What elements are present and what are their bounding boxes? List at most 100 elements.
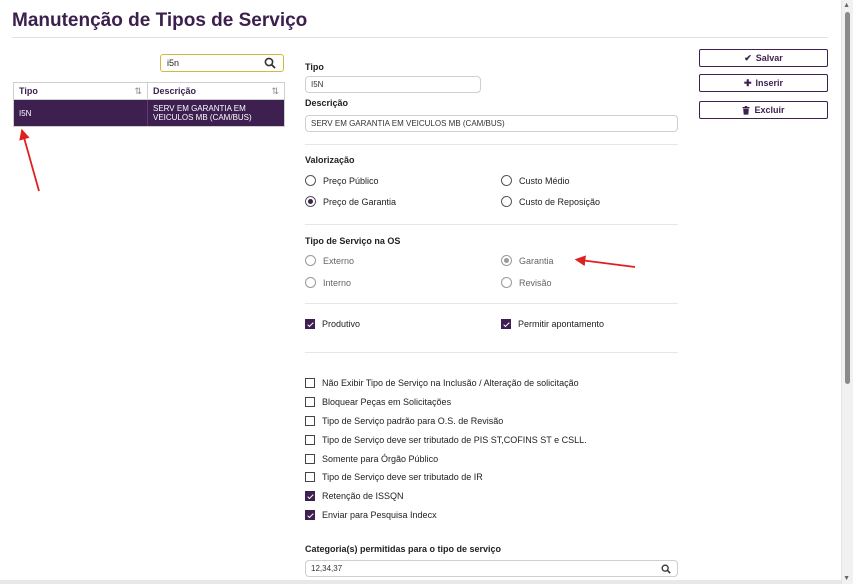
radio-label: Garantia: [519, 255, 554, 266]
insert-button-label: Inserir: [755, 78, 784, 88]
checkbox-label: Tipo de Serviço deve ser tributado de IR: [322, 472, 483, 482]
horizontal-scrollbar[interactable]: [0, 580, 841, 584]
search-input[interactable]: [167, 56, 257, 70]
table-header: Tipo ⇅ Descrição ⇅: [14, 83, 284, 100]
radio-label: Custo de Reposição: [519, 196, 601, 207]
check-icon: ✔: [744, 52, 752, 63]
column-header-descricao[interactable]: Descrição ⇅: [148, 83, 284, 99]
radio-garantia[interactable]: Garantia: [501, 255, 554, 266]
search-icon[interactable]: [264, 57, 276, 69]
scroll-thumb[interactable]: [845, 12, 850, 384]
checkbox-box[interactable]: [305, 319, 315, 329]
annotation-arrow-table: [19, 128, 40, 192]
checkbox-box[interactable]: [305, 491, 315, 501]
checkbox-padrao-revisao[interactable]: Tipo de Serviço padrão para O.S. de Revi…: [305, 416, 503, 426]
checkbox-permitir-apontamento[interactable]: Permitir apontamento: [501, 319, 604, 329]
radio-circle[interactable]: [501, 196, 512, 207]
checkbox-box[interactable]: [305, 472, 315, 482]
scroll-down-icon[interactable]: ▼: [843, 575, 850, 582]
radio-label: Interno: [323, 277, 352, 288]
radio-preco-publico[interactable]: Preço Público: [305, 175, 379, 186]
radio-circle[interactable]: [501, 277, 512, 288]
scroll-up-icon[interactable]: ▲: [843, 2, 850, 9]
radio-circle[interactable]: [501, 255, 512, 266]
radio-interno[interactable]: Interno: [305, 277, 351, 288]
tipo-servico-os-label: Tipo de Serviço na OS: [305, 236, 401, 246]
column-header-label: Descrição: [153, 86, 197, 96]
radio-label: Preço Público: [323, 175, 379, 186]
checkbox-box[interactable]: [305, 416, 315, 426]
descricao-label: Descrição: [305, 98, 349, 108]
plus-icon: ✚: [743, 77, 752, 88]
radio-circle[interactable]: [305, 196, 316, 207]
sort-icon[interactable]: ⇅: [271, 86, 279, 97]
cell-descricao: SERV EM GARANTIA EM VEICULOS MB (CAM/BUS…: [153, 104, 252, 122]
radio-label: Revisão: [519, 277, 552, 288]
checkbox-label: Tipo de Serviço padrão para O.S. de Revi…: [322, 416, 504, 426]
results-table: Tipo ⇅ Descrição ⇅ I5N SERV EM GARANTIA …: [13, 82, 285, 127]
tipo-field[interactable]: I5N: [305, 76, 481, 93]
checkbox-box[interactable]: [305, 454, 315, 464]
radio-circle[interactable]: [305, 255, 316, 266]
title-divider: [12, 37, 828, 38]
sort-icon[interactable]: ⇅: [134, 86, 142, 97]
categoria-field[interactable]: 12,34,37: [305, 560, 678, 577]
insert-button[interactable]: ✚ Inserir: [699, 74, 828, 92]
radio-circle[interactable]: [305, 277, 316, 288]
trash-icon: [742, 105, 750, 115]
descricao-field[interactable]: SERV EM GARANTIA EM VEICULOS MB (CAM/BUS…: [305, 115, 678, 132]
radio-circle[interactable]: [501, 175, 512, 186]
checkbox-box[interactable]: [305, 510, 315, 520]
section-divider: [305, 144, 678, 145]
column-header-tipo[interactable]: Tipo ⇅: [14, 83, 148, 99]
categoria-label: Categoria(s) permitidas para o tipo de s…: [305, 544, 502, 554]
section-divider: [305, 303, 678, 304]
radio-externo[interactable]: Externo: [305, 255, 354, 266]
checkbox-bloquear-pecas[interactable]: Bloquear Peças em Solicitações: [305, 397, 451, 407]
checkbox-label: Enviar para Pesquisa Indecx: [322, 510, 437, 520]
page-title: Manutenção de Tipos de Serviço: [12, 10, 308, 31]
column-header-label: Tipo: [19, 86, 38, 96]
checkbox-orgao-publico[interactable]: Somente para Órgão Público: [305, 454, 438, 464]
checkbox-box[interactable]: [305, 378, 315, 388]
section-divider: [305, 352, 678, 353]
checkbox-tributado-ir[interactable]: Tipo de Serviço deve ser tributado de IR: [305, 472, 483, 482]
checkbox-label: Bloquear Peças em Solicitações: [322, 397, 452, 407]
vertical-scrollbar[interactable]: ▲ ▼: [841, 0, 853, 584]
radio-label: Preço de Garantia: [323, 196, 397, 207]
table-row[interactable]: I5N SERV EM GARANTIA EM VEICULOS MB (CAM…: [14, 100, 284, 126]
radio-label: Externo: [323, 255, 355, 266]
radio-label: Custo Médio: [519, 175, 570, 186]
search-box[interactable]: [160, 54, 284, 72]
checkbox-label: Permitir apontamento: [518, 319, 605, 329]
save-button[interactable]: ✔ Salvar: [699, 49, 828, 67]
tipo-label: Tipo: [305, 62, 324, 72]
checkbox-tributado-pis[interactable]: Tipo de Serviço deve ser tributado de PI…: [305, 435, 587, 445]
checkbox-label: Produtivo: [322, 319, 361, 329]
valorizacao-label: Valorização: [305, 155, 355, 165]
checkbox-box[interactable]: [305, 435, 315, 445]
checkbox-label: Tipo de Serviço deve ser tributado de PI…: [322, 435, 587, 445]
checkbox-nao-exibir[interactable]: Não Exibir Tipo de Serviço na Inclusão /…: [305, 378, 579, 388]
radio-custo-reposicao[interactable]: Custo de Reposição: [501, 196, 600, 207]
save-button-label: Salvar: [755, 53, 783, 63]
radio-preco-garantia[interactable]: Preço de Garantia: [305, 196, 396, 207]
checkbox-box[interactable]: [305, 397, 315, 407]
checkbox-pesquisa-indecx[interactable]: Enviar para Pesquisa Indecx: [305, 510, 437, 520]
annotation-arrow-garantia: [574, 255, 636, 268]
checkbox-label: Não Exibir Tipo de Serviço na Inclusão /…: [322, 378, 579, 388]
radio-revisao[interactable]: Revisão: [501, 277, 552, 288]
cell-tipo: I5N: [14, 100, 148, 126]
radio-circle[interactable]: [305, 175, 316, 186]
section-divider: [305, 224, 678, 225]
radio-custo-medio[interactable]: Custo Médio: [501, 175, 570, 186]
delete-button[interactable]: Excluir: [699, 101, 828, 119]
checkbox-retencao-issqn[interactable]: Retenção de ISSQN: [305, 491, 404, 501]
checkbox-box[interactable]: [501, 319, 511, 329]
categoria-value: 12,34,37: [311, 564, 343, 573]
categoria-search-icon[interactable]: [661, 564, 671, 574]
delete-button-label: Excluir: [754, 105, 785, 115]
checkbox-label: Somente para Órgão Público: [322, 454, 439, 464]
checkbox-produtivo[interactable]: Produtivo: [305, 319, 360, 329]
checkbox-label: Retenção de ISSQN: [322, 491, 404, 501]
